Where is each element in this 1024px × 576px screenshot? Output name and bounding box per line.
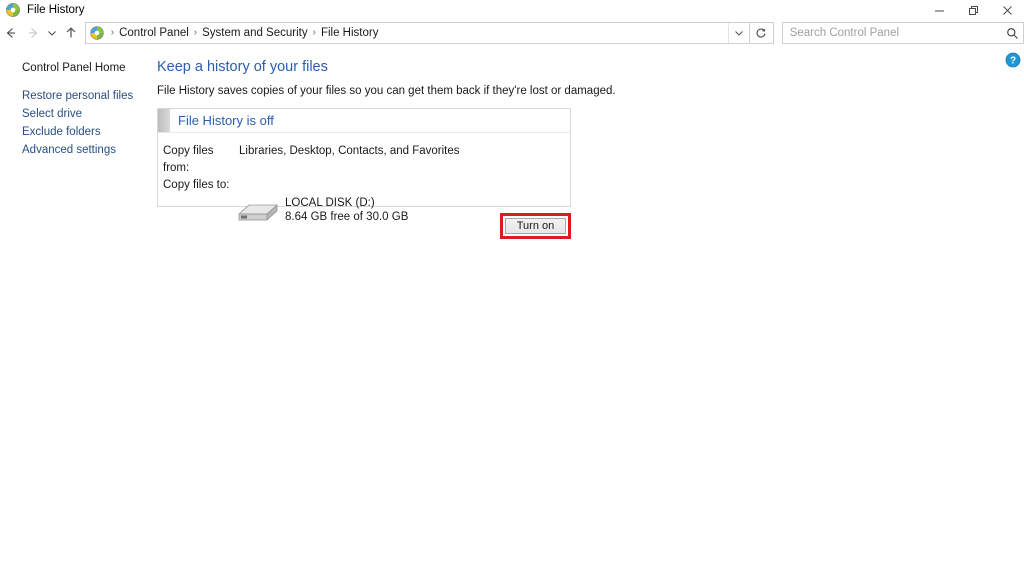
file-history-status-panel: File History is off Copy files from: Lib… <box>157 108 571 223</box>
sidebar-item-advanced-settings[interactable]: Advanced settings <box>0 141 150 159</box>
address-bar[interactable]: › Control Panel › System and Security › … <box>84 22 750 44</box>
minimize-button[interactable] <box>922 0 956 20</box>
up-button[interactable] <box>60 21 82 45</box>
recent-locations-button[interactable] <box>44 21 60 45</box>
address-toolbar: › Control Panel › System and Security › … <box>0 20 1024 46</box>
sidebar-item-restore-personal-files[interactable]: Restore personal files <box>0 87 150 105</box>
copy-files-from-row: Copy files from: Libraries, Desktop, Con… <box>163 143 570 177</box>
copy-files-from-value: Libraries, Desktop, Contacts, and Favori… <box>239 145 460 157</box>
search-box[interactable]: Search Control Panel <box>781 22 1024 44</box>
search-input[interactable]: Search Control Panel <box>783 23 1001 43</box>
main-pane: Keep a history of your files File Histor… <box>157 46 1024 239</box>
breadcrumb-separator-2: › <box>312 27 316 38</box>
chevron-down-icon[interactable] <box>727 23 749 43</box>
svg-text:?: ? <box>1010 56 1016 67</box>
copy-files-from-label: Copy files from: <box>163 145 214 174</box>
status-panel-body: Copy files from: Libraries, Desktop, Con… <box>158 133 570 223</box>
copy-files-to-label: Copy files to: <box>163 179 230 191</box>
status-heading: File History is off <box>178 113 274 128</box>
status-panel-header: File History is off <box>158 109 570 133</box>
breadcrumb-item-system-and-security[interactable]: System and Security <box>199 24 310 42</box>
refresh-button[interactable] <box>749 22 774 44</box>
copy-files-to-row: Copy files to: <box>163 177 570 194</box>
restore-button[interactable] <box>956 0 990 20</box>
file-history-icon <box>5 2 21 18</box>
window-controls <box>922 0 1024 20</box>
breadcrumb-separator-1: › <box>193 27 198 38</box>
breadcrumb-item-file-history[interactable]: File History <box>318 24 382 42</box>
breadcrumb-item-control-panel[interactable]: Control Panel <box>116 24 192 42</box>
sidebar: Control Panel Home Restore personal file… <box>0 46 150 159</box>
breadcrumb-separator-0: › <box>110 27 115 38</box>
back-button[interactable] <box>0 21 22 45</box>
target-drive: LOCAL DISK (D:) 8.64 GB free of 30.0 GB <box>163 195 570 225</box>
control-panel-globe-icon <box>89 25 105 41</box>
drive-name: LOCAL DISK (D:) <box>285 197 375 209</box>
content-area: Control Panel Home Restore personal file… <box>0 46 1024 576</box>
drive-capacity: 8.64 GB free of 30.0 GB <box>285 211 409 223</box>
sidebar-item-select-drive[interactable]: Select drive <box>0 105 150 123</box>
page-description: File History saves copies of your files … <box>157 85 616 97</box>
page-title: Keep a history of your files <box>157 59 328 75</box>
search-icon[interactable] <box>1001 27 1023 40</box>
status-accent-bar <box>158 109 170 132</box>
title-bar: File History <box>0 0 1024 20</box>
sidebar-item-exclude-folders[interactable]: Exclude folders <box>0 123 150 141</box>
forward-button[interactable] <box>22 21 44 45</box>
external-drive-icon <box>235 195 281 225</box>
window-title: File History <box>27 4 85 16</box>
close-button[interactable] <box>990 0 1024 20</box>
drive-details: LOCAL DISK (D:) 8.64 GB free of 30.0 GB <box>285 196 408 224</box>
sidebar-item-control-panel-home[interactable]: Control Panel Home <box>0 59 150 77</box>
breadcrumb: › Control Panel › System and Security › … <box>109 24 728 42</box>
help-icon[interactable]: ? <box>1005 52 1021 68</box>
